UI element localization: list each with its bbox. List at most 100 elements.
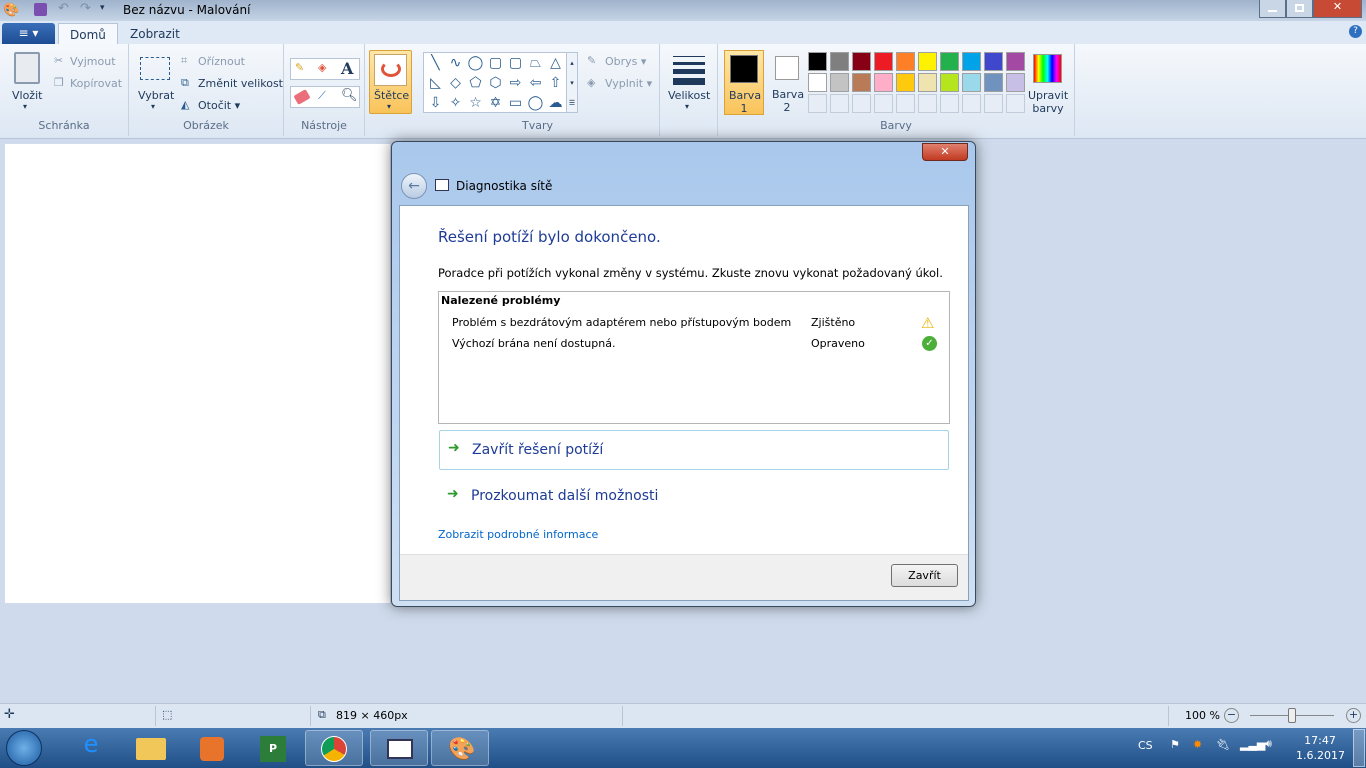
size-button[interactable]: Velikost [668, 89, 710, 102]
custom-color-slot[interactable] [830, 94, 849, 113]
cut-button[interactable]: Vyjmout [70, 55, 116, 68]
shape-tool[interactable]: ∿ [446, 54, 465, 73]
shape-tool[interactable]: ◯ [526, 94, 545, 113]
palette-color[interactable] [962, 52, 981, 71]
shape-tool[interactable]: ⇧ [546, 74, 565, 93]
close-dialog-button[interactable]: Zavřít [891, 564, 958, 587]
select-button[interactable]: Vybrat [138, 89, 174, 102]
back-button[interactable]: ← [401, 173, 427, 199]
problem-row[interactable]: Výchozí brána není dostupná. Opraveno ✓ [439, 335, 949, 355]
outline-button[interactable]: Obrys ▾ [605, 55, 646, 68]
help-icon[interactable]: ? [1349, 25, 1362, 38]
color-picker-icon[interactable]: ⟋ [318, 89, 326, 103]
shapes-gallery[interactable]: ╲ ∿ ◯ ▢ ▢ ⏢ △ ◺ ◇ ⬠ ⬡ ⇨ ⇦ ⇧ ⇩ ✧ ☆ ✡ ▭ ◯ ☁ [423, 52, 573, 113]
view-details-link[interactable]: Zobrazit podrobné informace [438, 528, 598, 541]
palette-color[interactable] [808, 73, 827, 92]
internet-explorer-icon[interactable]: e [62, 730, 120, 766]
palette-color[interactable] [940, 73, 959, 92]
shape-tool[interactable]: ⇩ [426, 94, 445, 113]
explore-options-button[interactable]: ➜ Prozkoumat další možnosti [439, 478, 949, 514]
undo-icon[interactable]: ↶ [58, 1, 69, 16]
palette-color[interactable] [896, 73, 915, 92]
shape-tool[interactable]: ⇨ [506, 74, 525, 93]
zoom-out-button[interactable]: − [1224, 708, 1239, 723]
size-group[interactable]: Velikost ▾ [660, 44, 718, 136]
palette-color[interactable] [918, 73, 937, 92]
palette-color[interactable] [918, 52, 937, 71]
palette-color[interactable] [830, 73, 849, 92]
custom-color-slot[interactable] [874, 94, 893, 113]
media-player-icon[interactable] [182, 730, 240, 766]
power-icon[interactable]: 🔌︎ [1216, 738, 1230, 751]
restore-button[interactable] [1286, 0, 1313, 18]
shape-tool[interactable]: ☆ [466, 94, 485, 113]
show-desktop-button[interactable] [1353, 729, 1365, 767]
custom-color-slot[interactable] [808, 94, 827, 113]
zoom-slider-thumb[interactable] [1288, 708, 1296, 723]
shape-tool[interactable]: ╲ [426, 54, 445, 73]
custom-color-slot[interactable] [918, 94, 937, 113]
shapes-scrollbar[interactable]: ▴ ▾ ☰ [566, 52, 578, 113]
magnifier-icon[interactable]: 🔍︎ [341, 88, 358, 103]
shape-tool[interactable]: ✡ [486, 94, 505, 113]
language-indicator[interactable]: CS [1138, 739, 1153, 752]
fill-bucket-icon[interactable]: ◈ [318, 61, 326, 74]
file-menu-button[interactable]: ≡ ▾ [2, 23, 55, 44]
paste-button[interactable]: Vložit [12, 89, 42, 102]
palette-color[interactable] [808, 52, 827, 71]
shape-tool[interactable]: ⬡ [486, 74, 505, 93]
palette-color[interactable] [984, 73, 1003, 92]
problem-row[interactable]: Problém s bezdrátovým adaptérem nebo pří… [439, 314, 949, 334]
shape-tool[interactable]: ▭ [506, 94, 525, 113]
palette-color[interactable] [984, 52, 1003, 71]
pencil-icon[interactable]: ✎ [295, 61, 304, 74]
network-diagnostics-taskbar-icon[interactable] [370, 730, 428, 766]
custom-color-slot[interactable] [962, 94, 981, 113]
tab-view[interactable]: Zobrazit [119, 23, 191, 45]
shape-tool[interactable]: ⬠ [466, 74, 485, 93]
close-troubleshooting-button[interactable]: ➜ Zavřít řešení potíží [439, 430, 949, 470]
network-signal-icon[interactable]: ▂▃▅ [1240, 738, 1265, 751]
volume-icon[interactable]: 🔊︎ [1265, 737, 1272, 751]
shape-tool[interactable]: ◺ [426, 74, 445, 93]
palette-color[interactable] [896, 52, 915, 71]
shape-tool[interactable]: △ [546, 54, 565, 73]
save-icon[interactable] [34, 3, 47, 16]
paint-taskbar-icon[interactable]: 🎨 [431, 730, 489, 766]
palette-color[interactable] [940, 52, 959, 71]
resize-button[interactable]: Změnit velikost [198, 77, 283, 90]
start-button[interactable] [6, 730, 42, 766]
text-tool-icon[interactable]: A [341, 59, 353, 78]
close-button[interactable]: ✕ [1313, 0, 1362, 18]
shape-tool[interactable]: ◯ [466, 54, 485, 73]
copy-button[interactable]: Kopírovat [70, 77, 122, 90]
shape-tool[interactable]: ⇦ [526, 74, 545, 93]
zoom-in-button[interactable]: + [1346, 708, 1361, 723]
palette-color[interactable] [852, 52, 871, 71]
custom-color-slot[interactable] [984, 94, 1003, 113]
brushes-button[interactable]: Štětce ▾ [369, 50, 412, 114]
shape-tool[interactable]: ▢ [506, 54, 525, 73]
edit-colors-button[interactable]: Upravit barvy [1028, 89, 1068, 115]
palette-color[interactable] [1006, 52, 1025, 71]
drawing-canvas[interactable] [5, 144, 390, 603]
color2-button[interactable]: Barva 2 [768, 50, 808, 115]
palette-color[interactable] [874, 52, 893, 71]
palette-color[interactable] [852, 73, 871, 92]
custom-color-slot[interactable] [896, 94, 915, 113]
custom-color-slot[interactable] [852, 94, 871, 113]
dialog-close-button[interactable]: ✕ [922, 143, 968, 161]
action-center-icon[interactable]: ⚑ [1170, 738, 1180, 751]
shape-tool[interactable]: ⏢ [526, 54, 545, 73]
avast-icon[interactable]: ✸ [1193, 738, 1202, 751]
shape-tool[interactable]: ☁ [546, 94, 565, 113]
clock[interactable]: 17:47 1.6.2017 [1296, 733, 1345, 763]
project-icon[interactable]: P [244, 730, 302, 766]
chrome-icon[interactable] [305, 730, 363, 766]
crop-button[interactable]: Oříznout [198, 55, 245, 68]
tab-home[interactable]: Domů [58, 23, 118, 45]
shape-tool[interactable]: ✧ [446, 94, 465, 113]
shape-tool[interactable]: ◇ [446, 74, 465, 93]
file-explorer-icon[interactable] [122, 730, 180, 766]
palette-color[interactable] [874, 73, 893, 92]
